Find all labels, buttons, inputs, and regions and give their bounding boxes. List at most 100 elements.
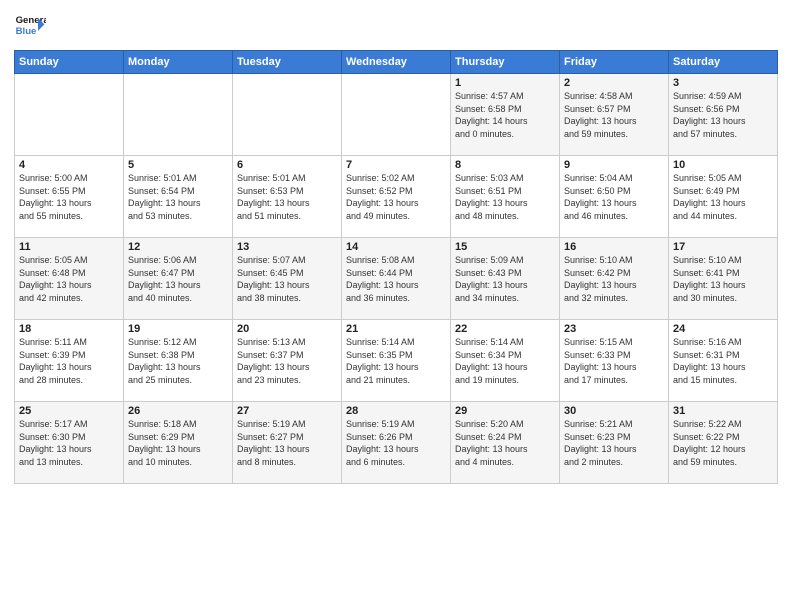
calendar-cell: 9Sunrise: 5:04 AM Sunset: 6:50 PM Daylig… <box>560 156 669 238</box>
day-info: Sunrise: 5:01 AM Sunset: 6:54 PM Dayligh… <box>128 172 228 222</box>
calendar-week-row: 18Sunrise: 5:11 AM Sunset: 6:39 PM Dayli… <box>15 320 778 402</box>
calendar-cell: 13Sunrise: 5:07 AM Sunset: 6:45 PM Dayli… <box>233 238 342 320</box>
day-number: 28 <box>346 405 446 417</box>
page-header: GeneralBlue <box>14 10 778 42</box>
day-info: Sunrise: 5:21 AM Sunset: 6:23 PM Dayligh… <box>564 418 664 468</box>
day-info: Sunrise: 5:10 AM Sunset: 6:41 PM Dayligh… <box>673 254 773 304</box>
calendar-cell: 10Sunrise: 5:05 AM Sunset: 6:49 PM Dayli… <box>669 156 778 238</box>
calendar-cell <box>124 74 233 156</box>
day-info: Sunrise: 5:19 AM Sunset: 6:27 PM Dayligh… <box>237 418 337 468</box>
logo: GeneralBlue <box>14 10 46 42</box>
day-number: 2 <box>564 77 664 89</box>
day-info: Sunrise: 5:19 AM Sunset: 6:26 PM Dayligh… <box>346 418 446 468</box>
day-info: Sunrise: 5:15 AM Sunset: 6:33 PM Dayligh… <box>564 336 664 386</box>
day-number: 15 <box>455 241 555 253</box>
calendar-cell: 11Sunrise: 5:05 AM Sunset: 6:48 PM Dayli… <box>15 238 124 320</box>
calendar-cell: 7Sunrise: 5:02 AM Sunset: 6:52 PM Daylig… <box>342 156 451 238</box>
day-info: Sunrise: 5:03 AM Sunset: 6:51 PM Dayligh… <box>455 172 555 222</box>
day-number: 21 <box>346 323 446 335</box>
calendar-cell: 6Sunrise: 5:01 AM Sunset: 6:53 PM Daylig… <box>233 156 342 238</box>
calendar-cell: 16Sunrise: 5:10 AM Sunset: 6:42 PM Dayli… <box>560 238 669 320</box>
svg-text:Blue: Blue <box>16 26 37 37</box>
calendar-cell: 8Sunrise: 5:03 AM Sunset: 6:51 PM Daylig… <box>451 156 560 238</box>
day-number: 20 <box>237 323 337 335</box>
header-monday: Monday <box>124 51 233 74</box>
calendar-cell: 29Sunrise: 5:20 AM Sunset: 6:24 PM Dayli… <box>451 402 560 484</box>
day-number: 12 <box>128 241 228 253</box>
calendar-cell <box>15 74 124 156</box>
calendar-week-row: 4Sunrise: 5:00 AM Sunset: 6:55 PM Daylig… <box>15 156 778 238</box>
day-info: Sunrise: 5:16 AM Sunset: 6:31 PM Dayligh… <box>673 336 773 386</box>
day-number: 10 <box>673 159 773 171</box>
header-saturday: Saturday <box>669 51 778 74</box>
calendar-cell: 3Sunrise: 4:59 AM Sunset: 6:56 PM Daylig… <box>669 74 778 156</box>
calendar-cell: 31Sunrise: 5:22 AM Sunset: 6:22 PM Dayli… <box>669 402 778 484</box>
calendar-cell: 19Sunrise: 5:12 AM Sunset: 6:38 PM Dayli… <box>124 320 233 402</box>
day-info: Sunrise: 5:13 AM Sunset: 6:37 PM Dayligh… <box>237 336 337 386</box>
day-number: 8 <box>455 159 555 171</box>
logo-icon: GeneralBlue <box>14 10 46 42</box>
day-info: Sunrise: 4:57 AM Sunset: 6:58 PM Dayligh… <box>455 90 555 140</box>
calendar-cell: 23Sunrise: 5:15 AM Sunset: 6:33 PM Dayli… <box>560 320 669 402</box>
calendar-week-row: 1Sunrise: 4:57 AM Sunset: 6:58 PM Daylig… <box>15 74 778 156</box>
calendar-cell: 26Sunrise: 5:18 AM Sunset: 6:29 PM Dayli… <box>124 402 233 484</box>
day-number: 27 <box>237 405 337 417</box>
day-number: 26 <box>128 405 228 417</box>
calendar-cell: 28Sunrise: 5:19 AM Sunset: 6:26 PM Dayli… <box>342 402 451 484</box>
day-number: 9 <box>564 159 664 171</box>
calendar-cell: 4Sunrise: 5:00 AM Sunset: 6:55 PM Daylig… <box>15 156 124 238</box>
day-number: 11 <box>19 241 119 253</box>
day-number: 29 <box>455 405 555 417</box>
day-number: 4 <box>19 159 119 171</box>
day-number: 19 <box>128 323 228 335</box>
day-info: Sunrise: 4:58 AM Sunset: 6:57 PM Dayligh… <box>564 90 664 140</box>
day-number: 7 <box>346 159 446 171</box>
day-number: 5 <box>128 159 228 171</box>
calendar-week-row: 25Sunrise: 5:17 AM Sunset: 6:30 PM Dayli… <box>15 402 778 484</box>
calendar-cell: 27Sunrise: 5:19 AM Sunset: 6:27 PM Dayli… <box>233 402 342 484</box>
calendar-cell: 24Sunrise: 5:16 AM Sunset: 6:31 PM Dayli… <box>669 320 778 402</box>
header-thursday: Thursday <box>451 51 560 74</box>
header-wednesday: Wednesday <box>342 51 451 74</box>
day-info: Sunrise: 5:02 AM Sunset: 6:52 PM Dayligh… <box>346 172 446 222</box>
day-info: Sunrise: 5:04 AM Sunset: 6:50 PM Dayligh… <box>564 172 664 222</box>
calendar-cell: 5Sunrise: 5:01 AM Sunset: 6:54 PM Daylig… <box>124 156 233 238</box>
day-info: Sunrise: 5:07 AM Sunset: 6:45 PM Dayligh… <box>237 254 337 304</box>
day-info: Sunrise: 4:59 AM Sunset: 6:56 PM Dayligh… <box>673 90 773 140</box>
day-info: Sunrise: 5:01 AM Sunset: 6:53 PM Dayligh… <box>237 172 337 222</box>
day-info: Sunrise: 5:06 AM Sunset: 6:47 PM Dayligh… <box>128 254 228 304</box>
day-info: Sunrise: 5:05 AM Sunset: 6:48 PM Dayligh… <box>19 254 119 304</box>
day-info: Sunrise: 5:05 AM Sunset: 6:49 PM Dayligh… <box>673 172 773 222</box>
day-number: 14 <box>346 241 446 253</box>
day-info: Sunrise: 5:10 AM Sunset: 6:42 PM Dayligh… <box>564 254 664 304</box>
calendar-header-row: SundayMondayTuesdayWednesdayThursdayFrid… <box>15 51 778 74</box>
day-info: Sunrise: 5:11 AM Sunset: 6:39 PM Dayligh… <box>19 336 119 386</box>
day-number: 30 <box>564 405 664 417</box>
day-number: 25 <box>19 405 119 417</box>
calendar-cell: 25Sunrise: 5:17 AM Sunset: 6:30 PM Dayli… <box>15 402 124 484</box>
day-number: 3 <box>673 77 773 89</box>
day-info: Sunrise: 5:14 AM Sunset: 6:34 PM Dayligh… <box>455 336 555 386</box>
day-number: 31 <box>673 405 773 417</box>
day-info: Sunrise: 5:09 AM Sunset: 6:43 PM Dayligh… <box>455 254 555 304</box>
header-friday: Friday <box>560 51 669 74</box>
calendar-cell: 15Sunrise: 5:09 AM Sunset: 6:43 PM Dayli… <box>451 238 560 320</box>
calendar-cell: 18Sunrise: 5:11 AM Sunset: 6:39 PM Dayli… <box>15 320 124 402</box>
calendar-cell: 12Sunrise: 5:06 AM Sunset: 6:47 PM Dayli… <box>124 238 233 320</box>
calendar-cell: 20Sunrise: 5:13 AM Sunset: 6:37 PM Dayli… <box>233 320 342 402</box>
calendar-cell: 17Sunrise: 5:10 AM Sunset: 6:41 PM Dayli… <box>669 238 778 320</box>
day-number: 18 <box>19 323 119 335</box>
calendar-cell: 14Sunrise: 5:08 AM Sunset: 6:44 PM Dayli… <box>342 238 451 320</box>
day-number: 22 <box>455 323 555 335</box>
day-number: 16 <box>564 241 664 253</box>
calendar-table: SundayMondayTuesdayWednesdayThursdayFrid… <box>14 50 778 484</box>
day-info: Sunrise: 5:12 AM Sunset: 6:38 PM Dayligh… <box>128 336 228 386</box>
header-sunday: Sunday <box>15 51 124 74</box>
day-number: 13 <box>237 241 337 253</box>
day-info: Sunrise: 5:17 AM Sunset: 6:30 PM Dayligh… <box>19 418 119 468</box>
day-info: Sunrise: 5:08 AM Sunset: 6:44 PM Dayligh… <box>346 254 446 304</box>
day-number: 24 <box>673 323 773 335</box>
day-number: 17 <box>673 241 773 253</box>
day-info: Sunrise: 5:00 AM Sunset: 6:55 PM Dayligh… <box>19 172 119 222</box>
calendar-cell: 2Sunrise: 4:58 AM Sunset: 6:57 PM Daylig… <box>560 74 669 156</box>
